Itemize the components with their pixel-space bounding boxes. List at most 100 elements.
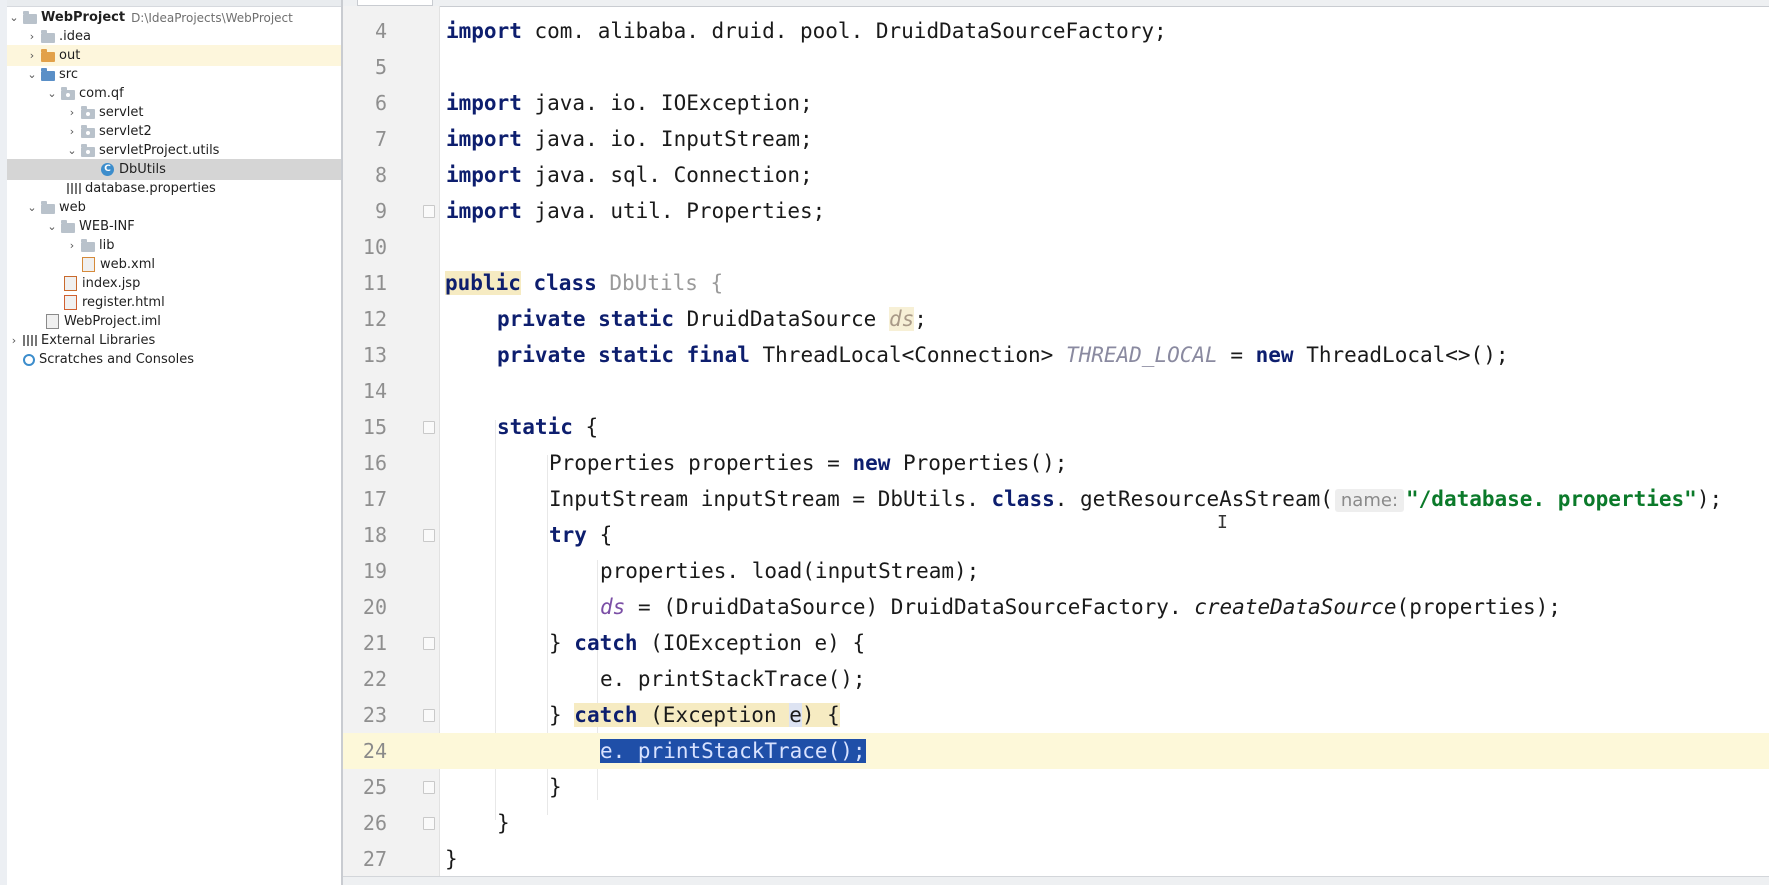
code-line-23[interactable]: 23 } catch (Exception e) { <box>343 697 1769 733</box>
tree-item-servlet[interactable]: › servlet <box>7 102 341 123</box>
chevron-down-icon[interactable]: ⌄ <box>45 87 59 100</box>
fold-marker-icon[interactable] <box>423 781 435 794</box>
tree-item-lib[interactable]: › lib <box>7 235 341 256</box>
code-line-15[interactable]: 15 static { <box>343 409 1769 445</box>
tree-item-label: WebProject <box>41 10 126 25</box>
folder-icon <box>41 29 55 43</box>
line-number: 22 <box>362 667 387 691</box>
chevron-down-icon[interactable]: ⌄ <box>45 220 59 233</box>
tree-item-index-jsp[interactable]: index.jsp <box>7 273 341 294</box>
line-number: 11 <box>362 271 387 295</box>
tree-item-label: servletProject.utils <box>99 143 220 158</box>
chevron-right-icon[interactable]: › <box>65 239 79 252</box>
chevron-right-icon[interactable]: › <box>25 49 39 62</box>
tree-item-com-qf[interactable]: ⌄ com.qf <box>7 83 341 104</box>
fold-marker-icon[interactable] <box>423 421 435 434</box>
tree-item-src[interactable]: ⌄ src <box>7 64 341 85</box>
tree-item-label: com.qf <box>79 86 124 101</box>
code-line-20[interactable]: 20 ds = (DruidDataSource) DruidDataSourc… <box>343 589 1769 625</box>
package-icon <box>81 124 95 138</box>
code-text: Properties(); <box>890 451 1068 475</box>
chevron-right-icon[interactable]: › <box>7 334 21 347</box>
tree-item-servlet2[interactable]: › servlet2 <box>7 121 341 142</box>
tree-item-servletproject-utils[interactable]: ⌄ servletProject.utils <box>7 140 341 161</box>
code-line-18[interactable]: 18 try { <box>343 517 1769 553</box>
fold-marker-icon[interactable] <box>423 709 435 722</box>
chevron-down-icon[interactable]: ⌄ <box>65 144 79 157</box>
code-line-8[interactable]: 8 import java. sql. Connection; <box>343 157 1769 193</box>
fold-marker-icon[interactable] <box>423 205 435 218</box>
keyword: class <box>991 487 1055 511</box>
code-text: { <box>586 523 613 547</box>
code-line-16[interactable]: 16 Properties properties = new Propertie… <box>343 445 1769 481</box>
tree-item-database-properties[interactable]: database.properties <box>7 178 341 199</box>
variable-e: e <box>789 703 802 727</box>
fold-marker-icon[interactable] <box>423 817 435 830</box>
chevron-right-icon[interactable]: › <box>65 125 79 138</box>
code-line-7[interactable]: 7 import java. io. InputStream; <box>343 121 1769 157</box>
chevron-right-icon[interactable]: › <box>25 30 39 43</box>
tree-item-out[interactable]: › out <box>7 45 341 66</box>
fold-marker-icon[interactable] <box>423 637 435 650</box>
tree-item-label: servlet2 <box>99 124 152 139</box>
code-line-17[interactable]: 17 InputStream inputStream = DbUtils. cl… <box>343 481 1769 517</box>
package-icon <box>61 86 75 100</box>
tree-item-web-xml[interactable]: web.xml <box>7 254 341 275</box>
code-line-4[interactable]: 4 import com. alibaba. druid. pool. Drui… <box>343 13 1769 49</box>
tree-item-register-html[interactable]: register.html <box>7 292 341 313</box>
code-editor[interactable]: 4 import com. alibaba. druid. pool. Drui… <box>343 0 1769 885</box>
code-line-14[interactable]: 14 <box>343 373 1769 409</box>
code-line-19[interactable]: 19 properties. load(inputStream); <box>343 553 1769 589</box>
chevron-right-icon[interactable]: › <box>65 106 79 119</box>
code-line-27[interactable]: 27 } <box>343 841 1769 877</box>
properties-file-icon <box>67 183 81 194</box>
tree-item-webproject[interactable]: ⌄ WebProject D:\IdeaProjects\WebProject <box>7 7 341 28</box>
code-line-9[interactable]: 9 import java. util. Properties; <box>343 193 1769 229</box>
line-number: 4 <box>374 19 387 43</box>
line-number: 17 <box>362 487 387 511</box>
code-line-12[interactable]: 12 private static DruidDataSource ds; <box>343 301 1769 337</box>
code-text: InputStream inputStream = DbUtils. <box>549 487 992 511</box>
code-line-10[interactable]: 10 <box>343 229 1769 265</box>
code-line-5[interactable]: 5 <box>343 49 1769 85</box>
tree-item-external-libraries[interactable]: › External Libraries <box>7 330 341 351</box>
code-text: Properties properties = <box>549 451 853 475</box>
folder-icon <box>61 219 75 233</box>
chevron-down-icon[interactable]: ⌄ <box>25 201 39 214</box>
line-number: 16 <box>362 451 387 475</box>
code-line-25[interactable]: 25 } <box>343 769 1769 805</box>
parameter-hint: name: <box>1334 489 1405 512</box>
tree-item-web[interactable]: ⌄ web <box>7 197 341 218</box>
keyword: catch <box>574 631 638 655</box>
code-line-6[interactable]: 6 import java. io. IOException; <box>343 85 1769 121</box>
code-text: } <box>549 775 562 799</box>
code-line-22[interactable]: 22 e. printStackTrace(); <box>343 661 1769 697</box>
code-line-21[interactable]: 21 } catch (IOException e) { <box>343 625 1769 661</box>
code-line-11[interactable]: 11 public class DbUtils { <box>343 265 1769 301</box>
tree-item-dbutils[interactable]: C DbUtils <box>7 159 341 180</box>
line-number: 19 <box>362 559 387 583</box>
line-number: 18 <box>362 523 387 547</box>
line-number: 8 <box>374 163 387 187</box>
folder-icon <box>81 238 95 252</box>
chevron-down-icon[interactable]: ⌄ <box>7 11 21 24</box>
code-line-24[interactable]: 24 e. printStackTrace(); <box>343 733 1769 769</box>
tree-item-idea[interactable]: › .idea <box>7 26 341 47</box>
code-text: ); <box>1696 487 1723 511</box>
chevron-down-icon[interactable]: ⌄ <box>25 68 39 81</box>
class-name: DbUtils <box>609 271 698 295</box>
fold-marker-icon[interactable] <box>423 529 435 542</box>
code-line-26[interactable]: 26 } <box>343 805 1769 841</box>
tree-item-web-inf[interactable]: ⌄ WEB-INF <box>7 216 341 237</box>
line-number: 14 <box>362 379 387 403</box>
keyword: private static <box>497 307 675 331</box>
selected-text[interactable]: e. printStackTrace(); <box>600 739 866 763</box>
tree-item-scratches[interactable]: Scratches and Consoles <box>7 349 341 370</box>
code-text: ThreadLocal<>(); <box>1293 343 1509 367</box>
tree-item-label: web.xml <box>100 257 155 272</box>
code-text: ) { <box>801 703 840 727</box>
code-line-13[interactable]: 13 private static final ThreadLocal<Conn… <box>343 337 1769 373</box>
html-file-icon <box>64 295 77 310</box>
tree-item-label: .idea <box>59 29 91 44</box>
tree-item-webproject-iml[interactable]: WebProject.iml <box>7 311 341 332</box>
